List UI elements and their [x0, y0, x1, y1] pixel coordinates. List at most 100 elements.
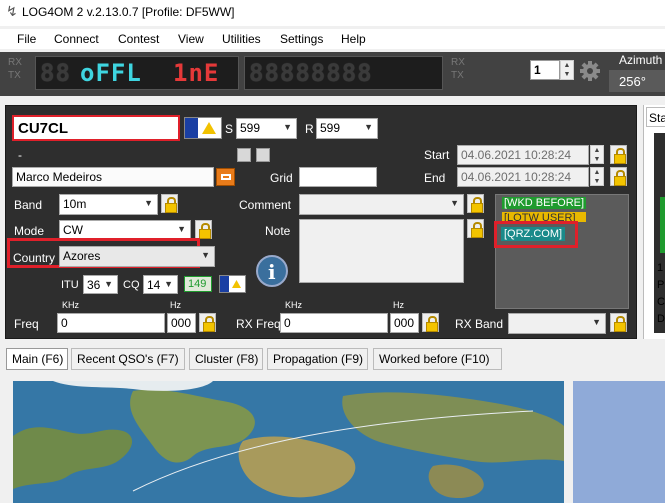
info-icon[interactable]: i: [256, 255, 288, 287]
world-map[interactable]: [13, 381, 564, 503]
chevron-down-icon: ▼: [201, 250, 210, 260]
rx-band-lock-icon[interactable]: [610, 313, 627, 332]
rx-freq-khz-unit-label: KHz: [285, 300, 303, 310]
azimuth-value-box: 256°: [609, 70, 665, 92]
rx-freq-khz-input[interactable]: 0: [280, 313, 388, 333]
qso-entry-panel: CU7CL S 599 ▼ R 599 ▼ - Start 04.06.2021 1…: [5, 105, 637, 339]
mode-lock-icon[interactable]: [195, 220, 212, 239]
tab-recent-qsos[interactable]: Recent QSO's (F7): [71, 348, 185, 370]
itu-zone-select[interactable]: 36 ▼: [83, 275, 118, 294]
tab-main[interactable]: Main (F6): [6, 348, 68, 370]
right-panel-green-bars: [660, 197, 665, 253]
chevron-down-icon: ▼: [283, 122, 292, 132]
freq-khz-unit-label: KHz: [62, 300, 80, 310]
vfo-status-offline-red: 1nE: [173, 59, 220, 87]
menu-file[interactable]: File: [17, 32, 36, 46]
app-logo-icon: ↯: [6, 3, 18, 19]
tab-propagation[interactable]: Propagation (F9): [267, 348, 368, 370]
menu-connect[interactable]: Connect: [54, 32, 99, 46]
rx-freq-label: RX Freq: [236, 317, 281, 331]
end-datetime-input[interactable]: 04.06.2021 10:28:24: [457, 167, 589, 187]
qrz-highlight-box: [QRZ.COM]: [494, 221, 578, 248]
chevron-down-icon: ▼: [450, 198, 459, 208]
comment-label: Comment: [239, 198, 292, 212]
country-flag-icon: [184, 117, 222, 139]
band-select[interactable]: 10m ▼: [59, 194, 158, 215]
start-datetime-spinner[interactable]: ▲ ▼: [590, 145, 604, 164]
country-select[interactable]: Azores ▼: [59, 246, 215, 267]
callsign-input[interactable]: CU7CL: [12, 115, 180, 141]
frequency-display-bar: RX TX 88 oFFL 1nE 88888888 RX TX 1 ▲ ▼ Az…: [0, 52, 665, 96]
rotator-step-input[interactable]: 1: [530, 60, 560, 80]
chevron-down-icon: ▼: [164, 279, 173, 289]
freq-lock-icon[interactable]: [199, 313, 216, 332]
rotator-step-spinner[interactable]: ▲ ▼: [560, 60, 574, 80]
qrz-link-badge[interactable]: [QRZ.COM]: [501, 227, 566, 241]
gear-icon[interactable]: [579, 60, 601, 82]
end-label: End: [424, 171, 446, 185]
country-label: Country: [13, 251, 56, 265]
chevron-down-icon: ▼: [144, 198, 153, 208]
menu-utilities[interactable]: Utilities: [222, 32, 261, 46]
chevron-down-icon: ▼: [592, 317, 601, 327]
rx-tx-indicator-right: RX TX: [451, 57, 465, 81]
start-datetime-input[interactable]: 04.06.2021 10:28:24: [457, 145, 589, 165]
comment-lock-icon[interactable]: [467, 194, 484, 213]
azimuth-label: Azimuth: [619, 53, 663, 67]
rx-vfo-display: 88888888: [244, 56, 443, 90]
menu-settings[interactable]: Settings: [280, 32, 323, 46]
note-label: Note: [265, 224, 291, 238]
rx-band-label: RX Band: [455, 317, 504, 331]
rx-freq-lock-icon[interactable]: [422, 313, 439, 332]
menu-contest[interactable]: Contest: [118, 32, 159, 46]
note-lock-icon[interactable]: [467, 219, 484, 238]
vfo-dim-digits-left: 88: [40, 59, 71, 87]
small-toggle-1[interactable]: [237, 148, 251, 162]
end-datetime-spinner[interactable]: ▲ ▼: [590, 167, 604, 186]
grid-input[interactable]: [299, 167, 377, 187]
rst-sent-select[interactable]: 599 ▼: [236, 118, 297, 139]
cq-label: CQ: [123, 279, 140, 291]
rx-freq-hz-unit-label: Hz: [393, 300, 404, 310]
start-lock-icon[interactable]: [610, 145, 627, 164]
freq-hz-input[interactable]: 000: [167, 313, 196, 333]
window-title: LOG4OM 2 v.2.13.0.7 [Profile: DF5WW]: [22, 5, 235, 19]
chevron-down-icon: ▼: [104, 279, 113, 289]
freq-khz-input[interactable]: 0: [57, 313, 165, 333]
rx-vfo-dim-digits: 88888888: [249, 59, 373, 87]
freq-label: Freq: [14, 317, 39, 331]
chevron-down-icon: ▼: [364, 122, 373, 132]
note-textarea[interactable]: [299, 219, 464, 283]
wkd-before-badge: [WKD BEFORE]: [502, 197, 587, 209]
vfo-display: 88 oFFL 1nE: [35, 56, 239, 90]
comment-select[interactable]: ▼: [299, 194, 464, 215]
menu-view[interactable]: View: [178, 32, 204, 46]
operator-name-input[interactable]: Marco Medeiros: [12, 167, 214, 187]
itu-label: ITU: [61, 279, 79, 291]
rx-band-select[interactable]: ▼: [508, 313, 606, 334]
menu-bar: File Connect Contest View Utilities Sett…: [0, 29, 665, 49]
end-lock-icon[interactable]: [610, 167, 627, 186]
dxcc-number-badge: 149: [184, 276, 212, 292]
map-side-panel: [573, 381, 665, 503]
vfo-status-offline: oFFL: [80, 59, 142, 87]
rst-received-label: R: [305, 122, 314, 136]
rst-sent-label: S: [225, 122, 234, 136]
rx-tx-indicator-left: RX TX: [8, 57, 22, 81]
rst-received-select[interactable]: 599 ▼: [316, 118, 378, 139]
right-panel-tab[interactable]: Sta: [646, 107, 665, 127]
chevron-down-icon: ▼: [177, 224, 186, 234]
dash-label: -: [18, 148, 22, 162]
tab-worked-before[interactable]: Worked before (F10): [373, 348, 502, 370]
small-toggle-2[interactable]: [256, 148, 270, 162]
tab-cluster[interactable]: Cluster (F8): [189, 348, 263, 370]
menu-help[interactable]: Help: [341, 32, 366, 46]
freq-hz-unit-label: Hz: [170, 300, 181, 310]
band-label: Band: [14, 198, 43, 212]
rx-freq-hz-input[interactable]: 000: [390, 313, 419, 333]
start-label: Start: [424, 148, 450, 162]
title-bar: ↯ LOG4OM 2 v.2.13.0.7 [Profile: DF5WW]: [0, 0, 665, 26]
band-lock-icon[interactable]: [161, 194, 178, 213]
name-lookup-icon[interactable]: [216, 168, 235, 186]
cq-zone-select[interactable]: 14 ▼: [143, 275, 178, 294]
